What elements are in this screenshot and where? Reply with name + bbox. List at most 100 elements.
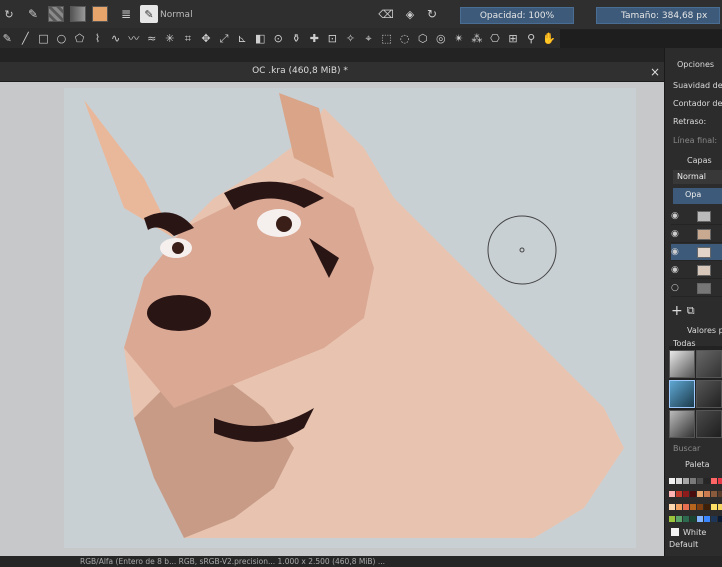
drawing-canvas[interactable]: [64, 88, 636, 548]
color-picker-icon[interactable]: ⊙: [271, 30, 286, 46]
palette-swatch[interactable]: [690, 490, 696, 497]
layer-row[interactable]: ◉: [671, 208, 722, 225]
palette-swatch[interactable]: [711, 516, 717, 523]
palette-swatch[interactable]: [704, 478, 710, 484]
add-layer-icon[interactable]: +: [671, 303, 683, 319]
palette-swatch[interactable]: [669, 490, 675, 497]
reset-icon[interactable]: ↻: [424, 6, 440, 22]
brush-preset[interactable]: [696, 410, 722, 438]
reload-icon[interactable]: ↻: [2, 7, 16, 21]
palette-swatch[interactable]: [711, 490, 717, 497]
palette-swatch[interactable]: [718, 503, 722, 510]
layers-blend-select[interactable]: Normal: [673, 170, 722, 184]
search-field[interactable]: Buscar: [673, 444, 700, 453]
line-icon[interactable]: ╱: [18, 30, 33, 46]
close-icon[interactable]: ×: [650, 65, 660, 79]
polyline-icon[interactable]: ⌇: [90, 30, 105, 46]
smart-patch-icon[interactable]: ✚: [307, 30, 322, 46]
palette-swatch[interactable]: [718, 478, 722, 484]
enclose-fill-icon[interactable]: ⊡: [325, 30, 340, 46]
magnetic-select-icon[interactable]: ⊞: [506, 30, 521, 46]
layer-row[interactable]: ○: [671, 280, 722, 297]
palette-swatch[interactable]: [711, 478, 717, 484]
palette-swatch[interactable]: [690, 478, 696, 484]
layer-stack-icon[interactable]: ≣: [118, 6, 134, 22]
rectangle-icon[interactable]: □: [36, 30, 51, 46]
palette-swatch[interactable]: [704, 503, 710, 510]
reference-icon[interactable]: ⌖: [361, 30, 376, 46]
assistant-icon[interactable]: ✧: [343, 30, 358, 46]
freehand-brush-icon[interactable]: ✎: [0, 30, 15, 46]
palette-swatch[interactable]: [683, 478, 689, 484]
palette-swatch[interactable]: [683, 490, 689, 497]
palette-swatch[interactable]: [676, 490, 682, 497]
transform-icon[interactable]: ⤢: [217, 30, 232, 46]
layer-row[interactable]: ◉: [671, 226, 722, 243]
eye-icon[interactable]: ◉: [671, 265, 683, 275]
palette-swatch[interactable]: [683, 516, 689, 523]
palette-swatch[interactable]: [697, 478, 703, 484]
measure-icon[interactable]: ⊾: [235, 30, 250, 46]
palette-swatch[interactable]: [697, 503, 703, 510]
pattern-swatch[interactable]: [48, 6, 64, 22]
brush-preset[interactable]: [669, 410, 695, 438]
palette-swatch[interactable]: [697, 490, 703, 497]
canvas-area[interactable]: [0, 82, 664, 556]
palette-swatch[interactable]: [683, 503, 689, 510]
rect-select-icon[interactable]: ⬚: [379, 30, 394, 46]
palette-swatch[interactable]: [676, 478, 682, 484]
palette-swatch[interactable]: [669, 516, 675, 523]
brush-preset-icon[interactable]: ✎: [24, 5, 42, 23]
layer-row[interactable]: ◉: [671, 244, 722, 261]
ellipse-select-icon[interactable]: ◌: [397, 30, 412, 46]
eye-icon[interactable]: ◉: [671, 247, 683, 257]
size-slider[interactable]: Tamaño: 384,68 px: [596, 7, 720, 24]
crop-icon[interactable]: ⌗: [181, 30, 196, 46]
palette-swatch[interactable]: [697, 516, 703, 523]
palette-swatch[interactable]: [676, 516, 682, 523]
bezier-icon[interactable]: ∿: [108, 30, 123, 46]
eraser-icon[interactable]: ⌫: [378, 6, 394, 22]
polygon-icon[interactable]: ⬠: [72, 30, 87, 46]
blend-mode-select[interactable]: Normal: [160, 8, 193, 22]
gradient-icon[interactable]: ◧: [253, 30, 268, 46]
palette-swatch[interactable]: [669, 478, 675, 484]
alpha-lock-icon[interactable]: ◈: [402, 6, 418, 22]
zoom-icon[interactable]: ⚲: [524, 30, 539, 46]
move-icon[interactable]: ✥: [199, 30, 214, 46]
contiguous-select-icon[interactable]: ✴: [452, 30, 467, 46]
eye-icon[interactable]: ◉: [671, 229, 683, 239]
palette-swatch[interactable]: [690, 516, 696, 523]
similar-select-icon[interactable]: ⁂: [470, 30, 485, 46]
gradient-swatch[interactable]: [70, 6, 86, 22]
bezier-select-icon[interactable]: ⎔: [488, 30, 503, 46]
palette-swatch[interactable]: [669, 503, 675, 510]
brush-preset[interactable]: [696, 380, 722, 408]
palette-swatch[interactable]: [704, 490, 710, 497]
pan-icon[interactable]: ✋: [542, 30, 557, 46]
fill-icon[interactable]: ⚱: [289, 30, 304, 46]
layer-row[interactable]: ◉: [671, 262, 722, 279]
brush-preset[interactable]: [669, 350, 695, 378]
palette-swatch[interactable]: [676, 503, 682, 510]
duplicate-layer-icon[interactable]: ⧉: [687, 304, 695, 318]
multibrush-icon[interactable]: ✳: [163, 30, 178, 46]
foreground-color[interactable]: [92, 6, 108, 22]
eye-icon[interactable]: ◉: [671, 211, 683, 221]
ellipse-icon[interactable]: ○: [54, 30, 69, 46]
freehand-path-icon[interactable]: 〰: [126, 30, 141, 46]
layer-opacity-button[interactable]: Opa: [673, 188, 722, 204]
palette-swatch[interactable]: [718, 490, 722, 497]
palette-swatch[interactable]: [711, 503, 717, 510]
palette-swatch[interactable]: [690, 503, 696, 510]
polygon-select-icon[interactable]: ⬡: [415, 30, 430, 46]
white-swatch[interactable]: [671, 528, 679, 536]
palette-swatch[interactable]: [704, 516, 710, 523]
freehand-select-icon[interactable]: ◎: [434, 30, 449, 46]
palette-swatch[interactable]: [718, 516, 722, 523]
brush-preset[interactable]: [696, 350, 722, 378]
eye-icon[interactable]: ○: [671, 283, 683, 293]
brush-preset[interactable]: [669, 380, 695, 408]
opacity-slider[interactable]: Opacidad: 100%: [460, 7, 574, 24]
document-tab[interactable]: OC .kra (460,8 MiB) * ×: [0, 62, 664, 82]
